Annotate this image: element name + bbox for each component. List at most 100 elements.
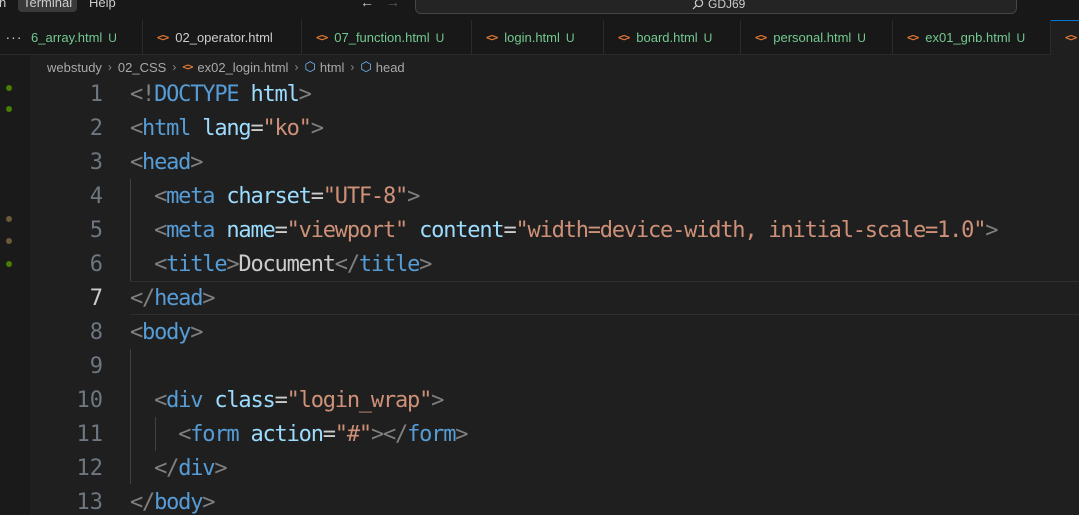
editor-tab-bar: ··· 6_array.html U <> 02_operator.html <… (0, 20, 1079, 55)
code-token: > (202, 490, 215, 515)
code-token: meta (166, 218, 215, 243)
code-token: "#" (334, 422, 372, 447)
line-number: 1 (89, 82, 103, 107)
chevron-right-icon: › (294, 60, 299, 74)
command-center[interactable]: GDJ69 (415, 0, 1017, 14)
code-token: = (322, 422, 336, 447)
code-token: head (142, 150, 191, 175)
code-token: ></ (370, 422, 408, 447)
code-token: name (226, 218, 275, 243)
code-token: = (274, 388, 288, 413)
tab-label: board.html (636, 30, 698, 45)
code-token: < (178, 422, 191, 447)
tab-status-untracked: U (1016, 30, 1026, 45)
code-editor[interactable]: 1 <!DOCTYPE html> 2 <html lang="ko"> 3 <head>… (30, 78, 1079, 515)
title-bar: n Terminal Help ← → GDJ69 (0, 0, 1079, 20)
menu-item-help[interactable]: Help (84, 0, 121, 12)
scm-modified-indicator[interactable] (6, 216, 12, 222)
code-token: div (178, 456, 215, 481)
code-token: < (154, 218, 167, 243)
code-line[interactable]: 4 <meta charset="UTF-8"> (30, 180, 1079, 214)
tab-status-untracked: U (857, 30, 866, 45)
code-line[interactable]: 8 <body> (30, 316, 1079, 350)
code-line[interactable]: 10 <div class="login_wrap"> (30, 384, 1079, 418)
tab-status-untracked: U (565, 30, 575, 45)
code-token: meta (166, 184, 215, 209)
html-file-icon: <> (316, 31, 328, 44)
code-line[interactable]: 9 (30, 350, 1079, 384)
scm-added-indicator[interactable] (6, 85, 12, 91)
tab-label: 02_operator.html (175, 30, 273, 45)
tab-02-operator[interactable]: <> 02_operator.html (143, 20, 302, 55)
code-token: head (154, 286, 203, 311)
tab-board[interactable]: <> board.html U (604, 20, 741, 55)
code-token: > (985, 218, 998, 243)
line-number: 2 (89, 116, 103, 141)
menu-item-run[interactable]: n (0, 0, 11, 12)
code-line[interactable]: 5 <meta name="viewport" content="width=d… (30, 214, 1079, 248)
tab-07-function[interactable]: <> 07_function.html U (302, 20, 472, 55)
code-line[interactable]: 1 <!DOCTYPE html> (30, 78, 1079, 112)
scm-added-indicator[interactable] (6, 106, 12, 112)
code-line[interactable]: 3 <head> (30, 146, 1079, 180)
code-text: <body> (130, 316, 203, 350)
code-token: < (154, 252, 167, 277)
tab-login[interactable]: <> login.html U (472, 20, 604, 55)
breadcrumb: webstudy › 02_CSS › <> ex02_login.html ›… (47, 56, 405, 78)
html-file-icon: <> (618, 31, 630, 44)
code-text: <meta name="viewport" content="width=dev… (130, 214, 998, 248)
code-token: div (166, 388, 203, 413)
symbol-element-icon: ⬡ (360, 59, 372, 74)
tab-label: login.html (504, 30, 560, 45)
tab-6-array[interactable]: 6_array.html U (28, 20, 143, 55)
scm-added-indicator[interactable] (6, 261, 12, 267)
code-line[interactable]: 12 </div> (30, 452, 1079, 486)
breadcrumb-folder-02-css[interactable]: 02_CSS (118, 60, 166, 75)
code-token: > (455, 422, 468, 447)
breadcrumb-file[interactable]: ex02_login.html (197, 60, 288, 75)
code-token: "UTF-8" (322, 184, 409, 209)
html-file-icon: <> (157, 31, 169, 44)
code-line[interactable]: 7 </head> (30, 282, 1079, 316)
chevron-right-icon: › (172, 60, 177, 74)
code-token: < (154, 184, 167, 209)
code-token: > (419, 252, 432, 277)
command-center-content: GDJ69 (692, 0, 745, 11)
code-line[interactable]: 11 <form action="#"></form> (30, 418, 1079, 452)
code-text: </body> (130, 486, 216, 515)
arrow-left-icon[interactable]: ← (360, 0, 374, 10)
html-file-icon: <> (755, 31, 767, 44)
arrow-right-icon[interactable]: → (386, 0, 400, 10)
line-number: 3 (89, 150, 103, 175)
menu-item-terminal[interactable]: Terminal (18, 0, 78, 12)
code-line[interactable]: 6 <title>Document</title> (30, 248, 1079, 282)
code-token: content (419, 218, 505, 243)
tab-ex01-gnb[interactable]: <> ex01_gnb.html U (893, 20, 1051, 55)
code-line[interactable]: 13 </body> (30, 486, 1079, 515)
breadcrumb-folder-webstudy[interactable]: webstudy (47, 60, 102, 75)
code-token: > (407, 184, 420, 209)
code-token: </ (130, 490, 155, 515)
tab-personal[interactable]: <> personal.html U (741, 20, 893, 55)
code-token: </ (334, 252, 360, 277)
line-number: 7 (89, 286, 103, 311)
code-line[interactable]: 2 <html lang="ko"> (30, 112, 1079, 146)
code-token: </ (154, 456, 179, 481)
code-text: <html lang="ko"> (130, 112, 324, 146)
breadcrumb-symbol-head[interactable]: head (376, 60, 405, 75)
breadcrumb-symbol-html[interactable]: html (320, 60, 345, 75)
code-text: </head> (130, 282, 216, 316)
more-icon[interactable]: ··· (0, 20, 28, 55)
code-token: DOCTYPE (154, 82, 240, 107)
code-token: "ko" (262, 116, 312, 141)
code-text: <head> (130, 146, 203, 180)
tab-active-current[interactable]: <> (1051, 20, 1079, 55)
code-token: < (154, 388, 167, 413)
code-token: html (250, 82, 299, 107)
scm-modified-indicator[interactable] (6, 238, 12, 244)
code-token: form (407, 422, 456, 447)
code-token: > (226, 252, 239, 277)
